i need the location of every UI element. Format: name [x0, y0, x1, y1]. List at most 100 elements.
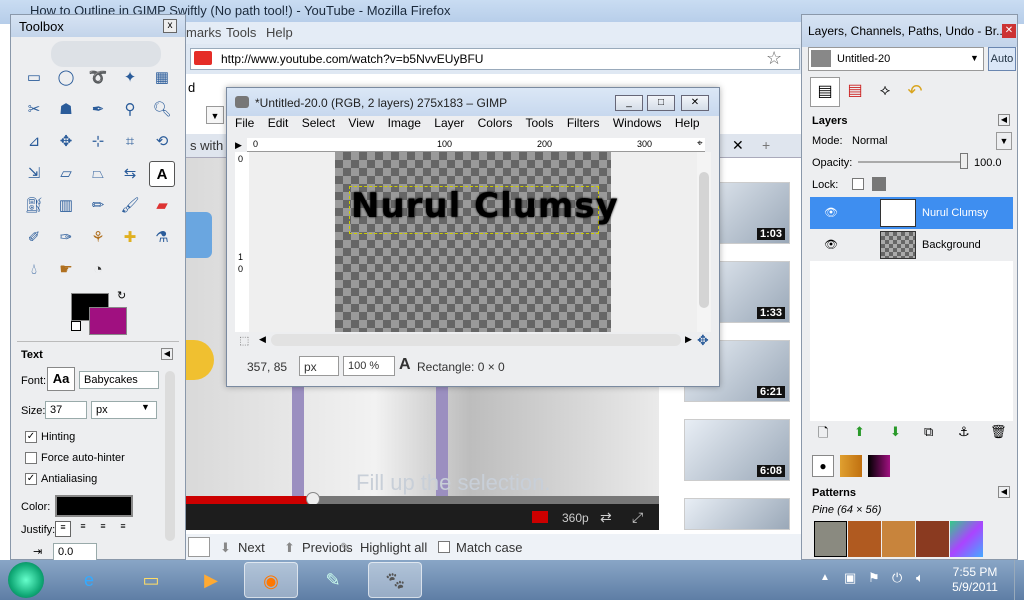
color-picker-tool-icon[interactable]: ⚲: [117, 97, 143, 123]
default-colors-icon[interactable]: [71, 321, 81, 331]
opacity-slider[interactable]: [858, 161, 968, 163]
fuzzy-select-tool-icon[interactable]: ✦: [117, 65, 143, 91]
network-icon[interactable]: ▣: [844, 570, 856, 586]
find-previous-icon[interactable]: ⬆: [284, 540, 295, 556]
tab-layers[interactable]: ▤: [810, 77, 840, 107]
pencil-tool-icon[interactable]: ✏: [85, 193, 111, 219]
highlight-icon[interactable]: ✎: [340, 540, 351, 556]
patterns-menu-icon[interactable]: ◀: [998, 486, 1010, 498]
unit-select[interactable]: px: [299, 356, 339, 376]
new-layer-icon[interactable]: 🗋︎: [818, 424, 828, 446]
file-explorer-icon[interactable]: ▭: [124, 562, 178, 598]
firefox-taskbar-icon[interactable]: ◉: [244, 562, 298, 598]
font-preview-button[interactable]: Aa: [47, 367, 75, 391]
background-color-swatch[interactable]: [89, 307, 127, 335]
raise-layer-icon[interactable]: ⬆: [854, 424, 865, 440]
tab-undo[interactable]: ↶: [900, 77, 930, 107]
patterns-tab[interactable]: [840, 455, 862, 477]
toolbox-close-button[interactable]: x: [163, 19, 177, 33]
scissors-tool-icon[interactable]: ✂: [21, 97, 47, 123]
duplicate-layer-icon[interactable]: ⧉: [924, 424, 933, 440]
vertical-scrollbar[interactable]: [697, 152, 711, 332]
tool-options-menu-icon[interactable]: ◀: [161, 348, 173, 360]
image-canvas[interactable]: [335, 152, 611, 332]
show-hidden-icons[interactable]: ▲: [820, 572, 830, 583]
mode-select[interactable]: Normal: [852, 135, 887, 147]
system-clock[interactable]: 7:55 PM 5/9/2011: [940, 565, 1010, 595]
rect-select-tool-icon[interactable]: ▭: [21, 65, 47, 91]
measure-tool-icon[interactable]: ⊿: [21, 129, 47, 155]
zoom-tool-icon[interactable]: 🔍︎: [149, 97, 175, 123]
show-desktop-button[interactable]: [1014, 560, 1024, 600]
bucket-fill-tool-icon[interactable]: ⛽︎: [21, 193, 47, 219]
justify-center-icon[interactable]: ≡: [95, 521, 111, 537]
text-color-button[interactable]: [55, 495, 133, 517]
heal-tool-icon[interactable]: ✚: [117, 225, 143, 251]
scroll-right-icon[interactable]: ▶: [685, 334, 692, 345]
image-selector[interactable]: Untitled-20: [808, 47, 984, 71]
swap-colors-icon[interactable]: ↻: [117, 289, 126, 302]
font-field[interactable]: Babycakes: [79, 371, 159, 389]
layers-menu-icon[interactable]: ◀: [998, 114, 1010, 126]
maximize-button[interactable]: □: [647, 95, 675, 111]
free-select-tool-icon[interactable]: ➰: [85, 65, 111, 91]
auto-button[interactable]: Auto: [988, 47, 1016, 71]
clone-tool-icon[interactable]: ⚘: [85, 225, 111, 251]
media-player-icon[interactable]: ▶: [184, 562, 238, 598]
lower-layer-icon[interactable]: ⬇: [890, 424, 901, 440]
menu-tools[interactable]: Tools: [525, 116, 553, 130]
delete-layer-icon[interactable]: 🗑︎: [990, 424, 1007, 440]
blur-tool-icon[interactable]: 💧︎: [21, 257, 47, 283]
lock-alpha-icon[interactable]: [872, 177, 886, 191]
url-bar[interactable]: http://www.youtube.com/watch?v=b5NvvEUyB…: [190, 48, 800, 70]
justify-fill-icon[interactable]: ≡: [115, 521, 131, 537]
video-thumbnail[interactable]: 6:08: [684, 419, 790, 481]
find-input[interactable]: [188, 537, 210, 557]
power-icon[interactable]: ⏻: [892, 570, 902, 586]
pattern-swatch[interactable]: [814, 521, 847, 557]
ink-tool-icon[interactable]: ✑: [53, 225, 79, 251]
popout-icon[interactable]: ⇄: [600, 509, 612, 526]
action-center-icon[interactable]: ⚑: [868, 570, 880, 586]
menu-help[interactable]: Help: [675, 116, 700, 130]
antialiasing-checkbox[interactable]: ✓: [25, 473, 37, 485]
volume-icon[interactable]: 🔈︎: [916, 570, 924, 586]
pattern-swatch[interactable]: [916, 521, 949, 557]
shear-tool-icon[interactable]: ▱: [53, 161, 79, 187]
menu-colors[interactable]: Colors: [478, 116, 513, 130]
menu-image[interactable]: Image: [388, 116, 421, 130]
gimp-taskbar-icon[interactable]: 🐾︎: [368, 562, 422, 598]
layer-row[interactable]: 👁︎ Nurul Clumsy: [810, 197, 1013, 229]
menu-file[interactable]: File: [235, 116, 254, 130]
menu-select[interactable]: Select: [302, 116, 335, 130]
horizontal-scrollbar[interactable]: [271, 334, 681, 346]
mode-dropdown-icon[interactable]: ▼: [996, 132, 1012, 150]
smudge-tool-icon[interactable]: ☛: [53, 257, 79, 283]
size-field[interactable]: 37: [45, 401, 87, 419]
dodge-burn-tool-icon[interactable]: ◔: [85, 257, 111, 283]
tab-paths[interactable]: ⟡: [870, 77, 900, 107]
move-tool-icon[interactable]: ✥: [53, 129, 79, 155]
visibility-eye-icon[interactable]: 👁︎: [824, 238, 838, 251]
align-tool-icon[interactable]: ⊹: [85, 129, 111, 155]
lock-pixels-checkbox[interactable]: [852, 178, 864, 190]
perspective-tool-icon[interactable]: ⏢: [85, 161, 111, 187]
menu-windows[interactable]: Windows: [613, 116, 662, 130]
scale-tool-icon[interactable]: ⇲: [21, 161, 47, 187]
tab-channels[interactable]: ▤: [840, 77, 870, 107]
navigate-icon[interactable]: ⌖: [697, 138, 703, 149]
pattern-swatch[interactable]: [950, 521, 983, 557]
zoom-select[interactable]: 100 %: [343, 356, 395, 376]
perspective-clone-tool-icon[interactable]: ⚗: [149, 225, 175, 251]
new-tab-icon[interactable]: +: [762, 137, 770, 153]
flip-tool-icon[interactable]: ⇆: [117, 161, 143, 187]
close-button[interactable]: ✕: [681, 95, 709, 111]
tab-label[interactable]: s with: [190, 138, 223, 153]
eraser-tool-icon[interactable]: ▰: [149, 193, 175, 219]
find-next-button[interactable]: Next: [238, 540, 265, 555]
scroll-left-icon[interactable]: ◀: [259, 334, 266, 345]
layer-row[interactable]: 👁︎ Background: [810, 229, 1013, 261]
blend-tool-icon[interactable]: ▥: [53, 193, 79, 219]
menu-edit[interactable]: Edit: [268, 116, 289, 130]
annotations-icon[interactable]: [532, 511, 548, 523]
